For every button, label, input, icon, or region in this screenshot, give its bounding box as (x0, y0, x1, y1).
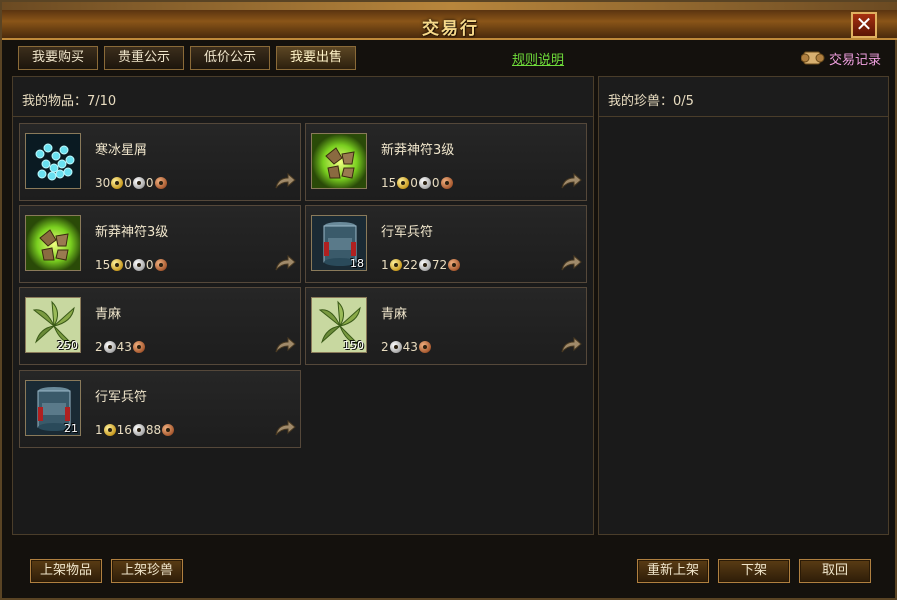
trade-record-button[interactable]: 交易记录 (800, 46, 881, 70)
price-amount: 30 (95, 176, 111, 190)
price-amount: 15 (95, 258, 111, 272)
herb-leaf-icon: 150 (311, 297, 367, 353)
item-price: 30 0 0 (95, 176, 168, 190)
share-arrow-icon[interactable] (560, 254, 582, 272)
list-item-button[interactable]: 上架物品 (30, 559, 102, 583)
price-amount: 0 (145, 258, 154, 272)
rune-icon (25, 215, 81, 271)
silver-coin-icon (132, 177, 145, 189)
share-arrow-icon[interactable] (274, 419, 296, 437)
item-price: 15 0 0 (381, 176, 454, 190)
silver-coin-icon (132, 259, 145, 271)
share-arrow-icon[interactable] (274, 172, 296, 190)
top-decoration (2, 2, 897, 10)
copper-coin-icon (162, 424, 175, 436)
item-name: 行军兵符 (381, 225, 434, 240)
share-arrow-icon[interactable] (274, 336, 296, 354)
price-amount: 15 (381, 176, 397, 190)
gold-coin-icon (397, 177, 410, 189)
my-pets-panel: 我的珍兽：0/5 (598, 76, 889, 535)
item-price: 1 22 72 (381, 258, 461, 272)
price-amount: 0 (124, 258, 132, 272)
relist-button[interactable]: 重新上架 (637, 559, 709, 583)
gold-coin-icon (111, 177, 124, 189)
item-card[interactable]: 新莽神符3级 15 0 0 (19, 205, 301, 283)
price-amount: 1 (381, 258, 389, 272)
scroll-icon (800, 51, 825, 65)
retrieve-button[interactable]: 取回 (799, 559, 871, 583)
item-price: 1 16 88 (95, 423, 175, 437)
item-quantity: 21 (64, 422, 78, 435)
rules-link[interactable]: 规则说明 (512, 49, 564, 68)
ice-crystal-icon (25, 133, 81, 189)
gold-coin-icon (111, 259, 124, 271)
price-amount: 43 (402, 340, 418, 354)
silver-coin-icon (418, 177, 431, 189)
tab-valuable-notice[interactable]: 贵重公示 (104, 46, 184, 70)
tab-bar: 我要购买 贵重公示 低价公示 我要出售 (18, 46, 356, 70)
army-token-icon: 21 (25, 380, 81, 436)
trading-house-window: 交易行 ✕ 我要购买 贵重公示 低价公示 我要出售 规则说明 交易记录 我的物品… (0, 0, 897, 600)
price-amount: 1 (95, 423, 103, 437)
item-card[interactable]: 18 行军兵符 1 22 72 (305, 205, 587, 283)
item-price: 15 0 0 (95, 258, 168, 272)
item-quantity: 150 (343, 339, 364, 352)
copper-coin-icon (154, 177, 167, 189)
price-amount: 16 (116, 423, 132, 437)
price-amount: 0 (431, 176, 440, 190)
item-name: 新莽神符3级 (381, 143, 455, 158)
delist-button[interactable]: 下架 (718, 559, 790, 583)
item-card[interactable]: 21 行军兵符 1 16 88 (19, 370, 301, 448)
title-bar: 交易行 ✕ (2, 10, 897, 40)
share-arrow-icon[interactable] (560, 172, 582, 190)
army-token-icon: 18 (311, 215, 367, 271)
tab-sell[interactable]: 我要出售 (276, 46, 356, 70)
item-card[interactable]: 寒冰星屑 30 0 0 (19, 123, 301, 201)
copper-coin-icon (448, 259, 461, 271)
price-amount: 88 (145, 423, 162, 437)
price-amount: 72 (431, 258, 448, 272)
price-amount: 2 (95, 340, 103, 354)
tab-buy[interactable]: 我要购买 (18, 46, 98, 70)
price-amount: 2 (381, 340, 389, 354)
silver-coin-icon (418, 259, 431, 271)
item-name: 寒冰星屑 (95, 143, 148, 158)
silver-coin-icon (132, 424, 145, 436)
share-arrow-icon[interactable] (560, 336, 582, 354)
price-amount: 0 (124, 176, 132, 190)
gold-coin-icon (103, 424, 116, 436)
copper-coin-icon (418, 341, 431, 353)
copper-coin-icon (154, 259, 167, 271)
price-amount: 0 (410, 176, 418, 190)
silver-coin-icon (389, 341, 402, 353)
tab-lowprice-notice[interactable]: 低价公示 (190, 46, 270, 70)
item-name: 青麻 (95, 307, 122, 322)
price-amount: 43 (116, 340, 132, 354)
item-card[interactable]: 新莽神符3级 15 0 0 (305, 123, 587, 201)
item-quantity: 18 (350, 257, 364, 270)
item-name: 新莽神符3级 (95, 225, 169, 240)
list-pet-button[interactable]: 上架珍兽 (111, 559, 183, 583)
my-pets-header: 我的珍兽：0/5 (599, 77, 888, 117)
my-items-header: 我的物品：7/10 (13, 77, 593, 117)
copper-coin-icon (132, 341, 145, 353)
share-arrow-icon[interactable] (274, 254, 296, 272)
item-card[interactable]: 150 青麻 2 43 (305, 287, 587, 365)
price-amount: 22 (402, 258, 418, 272)
item-price: 2 43 (381, 340, 432, 354)
herb-leaf-icon: 250 (25, 297, 81, 353)
item-name: 青麻 (381, 307, 408, 322)
item-price: 2 43 (95, 340, 146, 354)
item-name: 行军兵符 (95, 390, 148, 405)
trade-record-label: 交易记录 (828, 52, 881, 68)
item-card[interactable]: 250 青麻 2 43 (19, 287, 301, 365)
copper-coin-icon (440, 177, 453, 189)
price-amount: 0 (145, 176, 154, 190)
gold-coin-icon (389, 259, 402, 271)
silver-coin-icon (103, 341, 116, 353)
window-title: 交易行 (422, 19, 479, 39)
close-button[interactable]: ✕ (851, 12, 877, 38)
item-quantity: 250 (57, 339, 78, 352)
rune-icon (311, 133, 367, 189)
